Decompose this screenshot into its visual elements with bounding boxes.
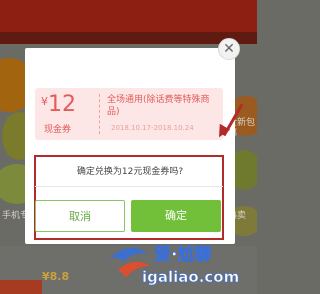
exchange-coupon-dialog: ¥12 现金券 全场通用(除话费等特殊商品) 2018.10.17-2018.1… xyxy=(25,48,235,244)
background-header xyxy=(0,0,257,44)
coupon-currency: ¥ xyxy=(41,95,48,108)
watermark-logo: 爱·尬聊 igaliao.com xyxy=(110,244,240,286)
confirm-button[interactable]: 确定 xyxy=(131,200,221,232)
background-price: ¥8.8 xyxy=(42,270,70,283)
watermark-url: igaliao.com xyxy=(142,268,239,286)
coupon-validity: 2018.10.17-2018.10.24 xyxy=(111,124,194,132)
confirm-message: 确定兑换为12元现金券吗? xyxy=(76,167,184,177)
coupon-type-label: 现金券 xyxy=(44,125,72,135)
divider xyxy=(35,186,223,187)
coupon-divider xyxy=(99,94,100,134)
background-strip xyxy=(0,280,42,294)
cancel-button[interactable]: 取消 xyxy=(35,200,125,232)
coupon-value-section: ¥12 现金券 xyxy=(35,88,97,140)
coupon-title: 全场通用(除话费等特殊商品) xyxy=(107,95,210,117)
watermark-brand: 爱·尬聊 xyxy=(154,244,211,265)
close-button[interactable]: ✕ xyxy=(218,38,240,60)
coupon-card: ¥12 现金券 全场通用(除话费等特殊商品) 2018.10.17-2018.1… xyxy=(35,88,223,140)
coupon-amount: ¥12 xyxy=(41,92,76,117)
coupon-amount-value: 12 xyxy=(48,92,76,117)
close-icon: ✕ xyxy=(223,41,235,57)
